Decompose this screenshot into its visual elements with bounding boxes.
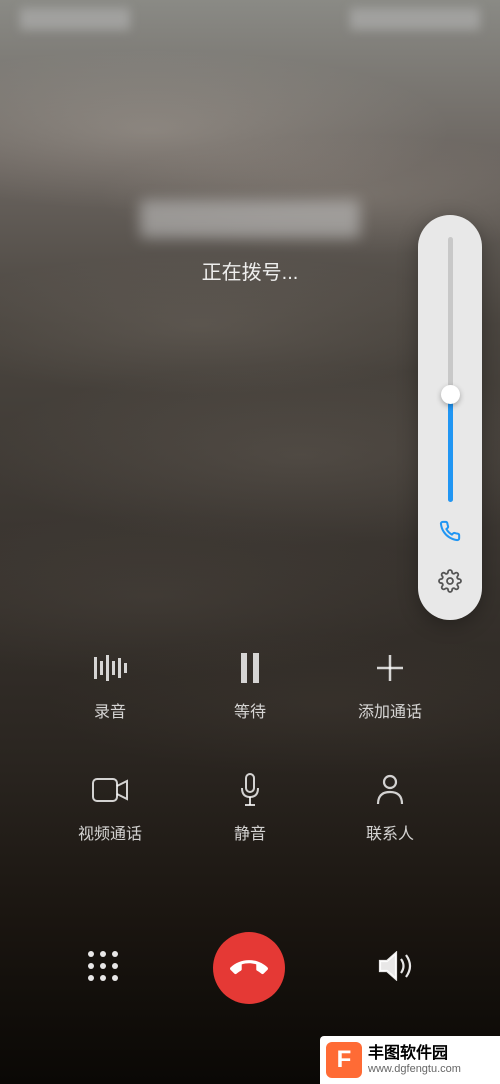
mic-icon	[232, 772, 268, 808]
status-bar	[0, 8, 500, 38]
volume-track[interactable]	[448, 237, 453, 502]
end-call-button[interactable]	[213, 932, 285, 1004]
volume-thumb[interactable]	[441, 385, 460, 404]
contacts-label: 联系人	[366, 820, 414, 844]
add-call-button[interactable]: 添加通话	[320, 650, 460, 722]
watermark-url: www.dgfengtu.com	[368, 1063, 461, 1076]
status-left-blur	[20, 8, 130, 30]
watermark: F 丰图软件园 www.dgfengtu.com	[320, 1036, 500, 1084]
video-call-label: 视频通话	[78, 820, 142, 844]
speaker-button[interactable]	[378, 951, 414, 986]
contacts-button[interactable]: 联系人	[320, 772, 460, 844]
phone-number-blur	[140, 200, 360, 238]
person-icon	[372, 772, 408, 808]
volume-fill	[448, 397, 453, 502]
bottom-controls	[0, 932, 500, 1004]
pause-icon	[232, 650, 268, 686]
video-icon	[92, 772, 128, 808]
mute-label: 静音	[234, 820, 266, 844]
dialpad-button[interactable]	[86, 949, 120, 988]
plus-icon	[372, 650, 408, 686]
hold-button[interactable]: 等待	[180, 650, 320, 722]
watermark-title: 丰图软件园	[368, 1044, 461, 1063]
record-icon	[92, 650, 128, 686]
action-grid: 录音 等待 添加通话 视频通话 静音 联系人	[0, 650, 500, 844]
watermark-logo: F	[326, 1042, 362, 1078]
volume-slider[interactable]	[418, 215, 482, 620]
hold-label: 等待	[234, 698, 266, 722]
add-call-label: 添加通话	[358, 698, 422, 722]
record-button[interactable]: 录音	[40, 650, 180, 722]
video-call-button[interactable]: 视频通话	[40, 772, 180, 844]
phone-icon	[439, 520, 461, 547]
record-label: 录音	[94, 698, 126, 722]
hangup-icon	[230, 949, 268, 987]
gear-icon[interactable]	[438, 569, 462, 598]
mute-button[interactable]: 静音	[180, 772, 320, 844]
status-right-blur	[350, 8, 480, 30]
